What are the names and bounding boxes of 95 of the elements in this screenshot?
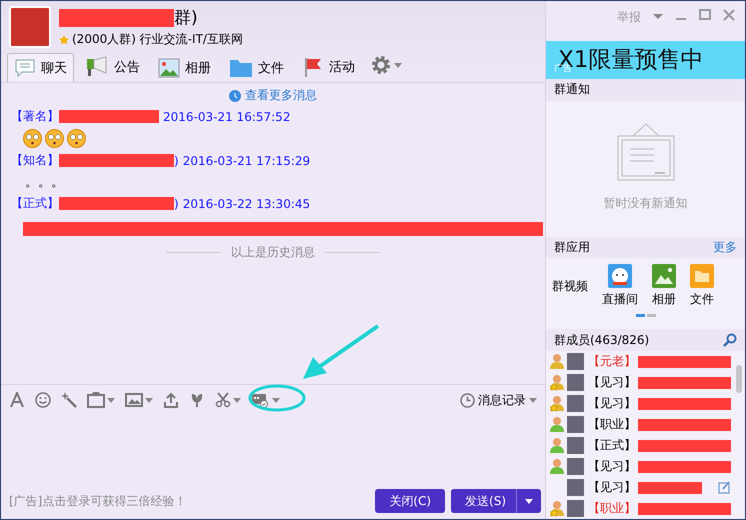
caret-icon[interactable] (272, 398, 280, 402)
bear-app-icon (608, 264, 632, 288)
page-indicator[interactable] (636, 314, 644, 318)
group-info: (2000人群) 行业交流-IT/互联网 (72, 31, 243, 48)
app-shortcut[interactable]: 相册 (652, 264, 676, 308)
history-divider-text: 以上是历史消息 (231, 244, 315, 261)
notice-board-icon (616, 121, 674, 182)
scissors-icon[interactable] (215, 392, 231, 408)
avatar (567, 353, 584, 370)
member-role: 【见习】 (588, 458, 636, 475)
emoji-icon (23, 129, 42, 148)
person-icon (549, 353, 565, 370)
caret-icon[interactable] (145, 398, 153, 402)
app-shortcut[interactable]: 文件 (690, 264, 714, 308)
member-role: 【著名】 (11, 108, 59, 125)
tab[interactable]: 文件 (222, 53, 291, 82)
message-time: 2016-03-21 17:15:29 (182, 154, 310, 168)
magic-wand-icon[interactable] (61, 392, 77, 408)
group-avatar (9, 6, 51, 48)
font-icon[interactable] (9, 392, 25, 408)
mountain-picture-icon (652, 264, 676, 288)
more-link[interactable]: 更多 (713, 238, 737, 256)
emoji-icon (67, 129, 86, 148)
edit-icon[interactable] (718, 481, 731, 494)
emoji-icon (45, 129, 64, 148)
section-title: 群通知 (554, 81, 590, 98)
member-role: 【见习】 (588, 395, 636, 412)
person-icon (549, 458, 565, 475)
megaphone-icon (85, 56, 109, 78)
section-title: 群应用 (554, 238, 590, 256)
tab[interactable]: 活动 (295, 51, 362, 82)
avatar (567, 437, 584, 454)
settings-icon[interactable] (370, 54, 392, 76)
flower-icon[interactable] (189, 392, 205, 408)
clock-icon (460, 392, 475, 408)
send-button[interactable]: 发送(S) (451, 489, 517, 513)
card-check-icon[interactable] (251, 392, 269, 408)
folder-icon (229, 58, 253, 78)
member-role: 【职业】 (588, 500, 636, 517)
smiley-icon[interactable] (35, 392, 51, 408)
avatar (567, 500, 584, 517)
person-icon (549, 437, 565, 454)
person-star-icon (549, 395, 565, 412)
tab[interactable]: 相册 (151, 53, 218, 82)
close-button[interactable]: 关闭(C) (375, 489, 446, 513)
star-icon (59, 34, 69, 44)
caret-icon[interactable] (394, 62, 402, 68)
flag-icon (302, 56, 324, 78)
folder-app-icon (690, 264, 714, 288)
member-role: 【元老】 (588, 353, 636, 370)
avatar (567, 458, 584, 475)
avatar (567, 395, 584, 412)
member-role: 【正式】 (588, 437, 636, 454)
message-time: 2016-03-22 13:30:45 (182, 196, 310, 210)
message-history-button[interactable]: 消息记录 (460, 392, 537, 408)
member-role: 【见习】 (588, 479, 636, 496)
member-role: 【正式】 (11, 195, 59, 212)
avatar (567, 416, 584, 433)
tab[interactable]: 公告 (78, 51, 147, 82)
upload-icon[interactable] (163, 392, 179, 408)
scrollbar-thumb[interactable] (736, 365, 742, 393)
photo-frame-icon[interactable] (87, 392, 105, 408)
person-icon (549, 416, 565, 433)
group-title: 群) (174, 7, 198, 29)
caret-icon[interactable] (233, 398, 241, 402)
caret-icon[interactable] (653, 14, 663, 19)
search-icon[interactable] (723, 333, 737, 348)
member-role: 【职业】 (588, 416, 636, 433)
tab[interactable]: 聊天 (7, 53, 74, 82)
page-indicator[interactable] (646, 314, 656, 318)
app-shortcut[interactable]: 直播间 (602, 264, 638, 308)
name-tail: ) (174, 154, 179, 168)
person-star-icon (549, 374, 565, 391)
section-title: 群成员(463/826) (554, 332, 650, 349)
more-messages-link[interactable]: 查看更多消息 (229, 87, 317, 104)
name-tail: ) (174, 196, 179, 210)
avatar (567, 374, 584, 391)
person-star-icon (549, 500, 565, 517)
message-time: 2016-03-21 16:57:52 (163, 110, 290, 124)
image-icon[interactable] (125, 392, 143, 408)
avatar (567, 479, 584, 496)
redaction-bar (638, 482, 702, 494)
member-role: 【知名】 (11, 152, 59, 169)
picture-icon (158, 58, 180, 78)
maximize-icon[interactable] (699, 9, 711, 21)
empty-notice-text: 暂时没有新通知 (604, 195, 688, 212)
chat-bubble-icon (14, 58, 36, 78)
highlight-ellipse (248, 384, 306, 412)
close-icon[interactable] (723, 9, 735, 21)
clock-icon (229, 90, 241, 102)
member-role: 【见习】 (588, 374, 636, 391)
ad-text: [广告]点击登录可获得三倍经验！ (9, 492, 188, 510)
message-text: 。。。 (24, 174, 65, 191)
group-video-label: 群视频 (552, 278, 588, 295)
caret-icon[interactable] (107, 398, 115, 402)
